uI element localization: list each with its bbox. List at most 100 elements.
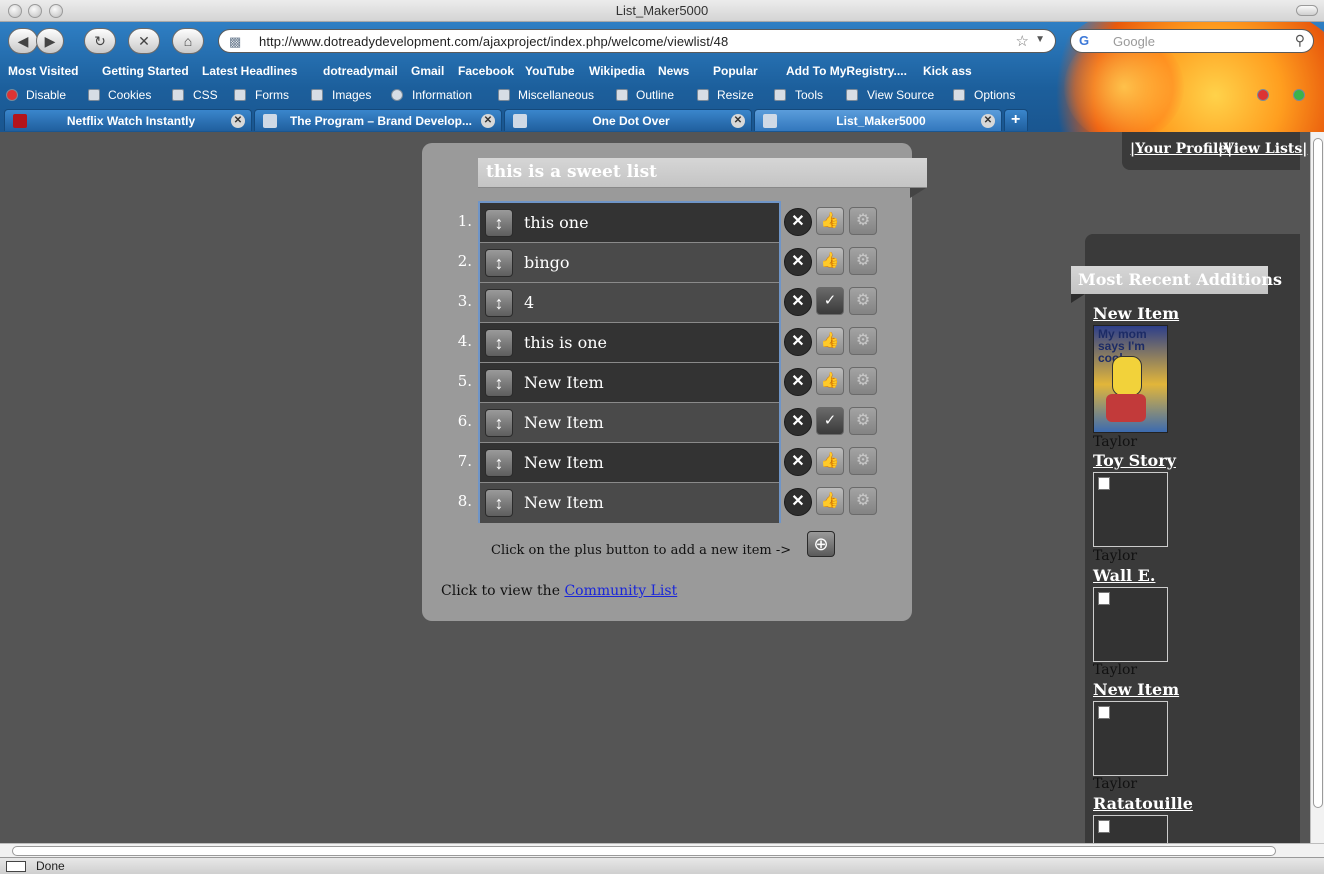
recent-item-link[interactable]: Toy Story [1093,451,1176,470]
bookmark-getting-started[interactable]: Getting Started [102,64,189,78]
item-label[interactable]: New Item [524,413,604,432]
list-item[interactable]: ↕ New Item [480,443,779,483]
thumbs-up-icon[interactable]: 👍 [816,447,844,475]
devtool-images[interactable]: Images [332,88,371,102]
gear-icon[interactable]: ⚙ [849,207,877,235]
drag-handle-icon[interactable]: ↕ [485,329,513,357]
devtool-resize[interactable]: Resize [717,88,754,102]
drag-handle-icon[interactable]: ↕ [485,449,513,477]
recent-item-image[interactable]: My mom says I'm cool. [1093,325,1168,433]
bookmark-gmail[interactable]: Gmail [411,64,444,78]
recent-item-image[interactable] [1093,701,1168,776]
horizontal-scroll-thumb[interactable] [12,846,1276,856]
list-item[interactable]: ↕ New Item [480,403,779,443]
list-item[interactable]: ↕ New Item [480,483,779,523]
thumbs-up-icon[interactable]: 👍 [816,487,844,515]
back-button[interactable]: ◀ [8,28,38,54]
tab-one-dot-over[interactable]: One Dot Over ✕ [504,109,752,131]
gear-icon[interactable]: ⚙ [849,447,877,475]
item-label[interactable]: 4 [524,293,534,312]
drag-handle-icon[interactable]: ↕ [485,249,513,277]
bookmark-wikipedia[interactable]: Wikipedia [589,64,645,78]
gear-icon[interactable]: ⚙ [849,247,877,275]
devtool-cookies[interactable]: Cookies [108,88,151,102]
forward-button[interactable]: ▶ [36,28,64,54]
thumbs-up-icon[interactable]: 👍 [816,247,844,275]
delete-icon[interactable]: ✕ [784,248,812,276]
devtool-forms[interactable]: Forms [255,88,289,102]
recent-item-image[interactable] [1093,587,1168,662]
tab-close-icon[interactable]: ✕ [981,114,995,128]
stop-button[interactable]: ✕ [128,28,160,54]
gear-icon[interactable]: ⚙ [849,407,877,435]
recent-item-link[interactable]: New Item [1093,304,1179,323]
devtool-options[interactable]: Options [974,88,1015,102]
bookmark-most-visited[interactable]: Most Visited [8,64,78,78]
delete-icon[interactable]: ✕ [784,288,812,316]
devtool-css[interactable]: CSS [193,88,218,102]
delete-icon[interactable]: ✕ [784,328,812,356]
bookmark-youtube[interactable]: YouTube [525,64,575,78]
valid-status-icon[interactable] [1293,89,1305,101]
item-label[interactable]: this is one [524,333,607,352]
url-bar[interactable]: ▩ http://www.dotreadydevelopment.com/aja… [218,29,1056,53]
delete-icon[interactable]: ✕ [784,408,812,436]
item-label[interactable]: this one [524,213,589,232]
tab-close-icon[interactable]: ✕ [731,114,745,128]
tab-list-maker[interactable]: List_Maker5000 ✕ [754,109,1002,131]
delete-icon[interactable]: ✕ [784,488,812,516]
tab-the-program[interactable]: The Program – Brand Develop... ✕ [254,109,502,131]
tab-netflix[interactable]: Netflix Watch Instantly ✕ [4,109,252,131]
recent-item-link[interactable]: Ratatouille [1093,794,1193,813]
list-item[interactable]: ↕ this is one [480,323,779,363]
delete-icon[interactable]: ✕ [784,208,812,236]
add-item-button[interactable]: ⊕ [807,531,835,557]
gear-icon[interactable]: ⚙ [849,487,877,515]
thumbs-up-icon[interactable]: 👍 [816,367,844,395]
home-button[interactable]: ⌂ [172,28,204,54]
recent-item-image[interactable] [1093,815,1168,843]
thumbs-up-icon[interactable]: 👍 [816,327,844,355]
reload-button[interactable]: ↻ [84,28,116,54]
recent-item-image[interactable] [1093,472,1168,547]
search-bar[interactable]: G Google ⚲ [1070,29,1314,53]
devtool-view-source[interactable]: View Source [867,88,934,102]
view-lists-link[interactable]: |View Lists| [1218,141,1307,157]
item-label[interactable]: bingo [524,253,570,272]
bookmark-latest-headlines[interactable]: Latest Headlines [202,64,297,78]
devtool-disable[interactable]: Disable [26,88,66,102]
error-status-icon[interactable] [1257,89,1269,101]
recent-item-link[interactable]: New Item [1093,680,1179,699]
drag-handle-icon[interactable]: ↕ [485,369,513,397]
list-item[interactable]: ↕ 4 [480,283,779,323]
list-item[interactable]: ↕ bingo [480,243,779,283]
devtool-outline[interactable]: Outline [636,88,674,102]
vertical-scroll-thumb[interactable] [1313,138,1323,808]
bookmark-star-icon[interactable]: ☆ [1016,32,1029,50]
item-label[interactable]: New Item [524,373,604,392]
drag-handle-icon[interactable]: ↕ [485,489,513,517]
devtool-tools[interactable]: Tools [795,88,823,102]
item-label[interactable]: New Item [524,453,604,472]
checkmark-icon[interactable]: ✓ [816,287,844,315]
delete-icon[interactable]: ✕ [784,448,812,476]
community-list-link[interactable]: Community List [564,583,677,599]
devtool-miscellaneous[interactable]: Miscellaneous [518,88,594,102]
recent-item-link[interactable]: Wall E. [1093,566,1155,585]
item-label[interactable]: New Item [524,493,604,512]
tab-close-icon[interactable]: ✕ [481,114,495,128]
tab-close-icon[interactable]: ✕ [231,114,245,128]
bookmark-kick-ass[interactable]: Kick ass [923,64,972,78]
bookmark-news[interactable]: News [658,64,689,78]
gear-icon[interactable]: ⚙ [849,367,877,395]
bookmark-popular[interactable]: Popular [713,64,758,78]
vertical-scrollbar[interactable] [1310,132,1324,843]
gear-icon[interactable]: ⚙ [849,287,877,315]
bookmark-dotreadymail[interactable]: dotreadymail [323,64,398,78]
drag-handle-icon[interactable]: ↕ [485,409,513,437]
bookmark-add-to-myregistry[interactable]: Add To MyRegistry.... [786,64,907,78]
drag-handle-icon[interactable]: ↕ [485,289,513,317]
toolbar-toggle-button[interactable] [1296,5,1318,16]
checkmark-icon[interactable]: ✓ [816,407,844,435]
search-icon[interactable]: ⚲ [1295,32,1305,49]
